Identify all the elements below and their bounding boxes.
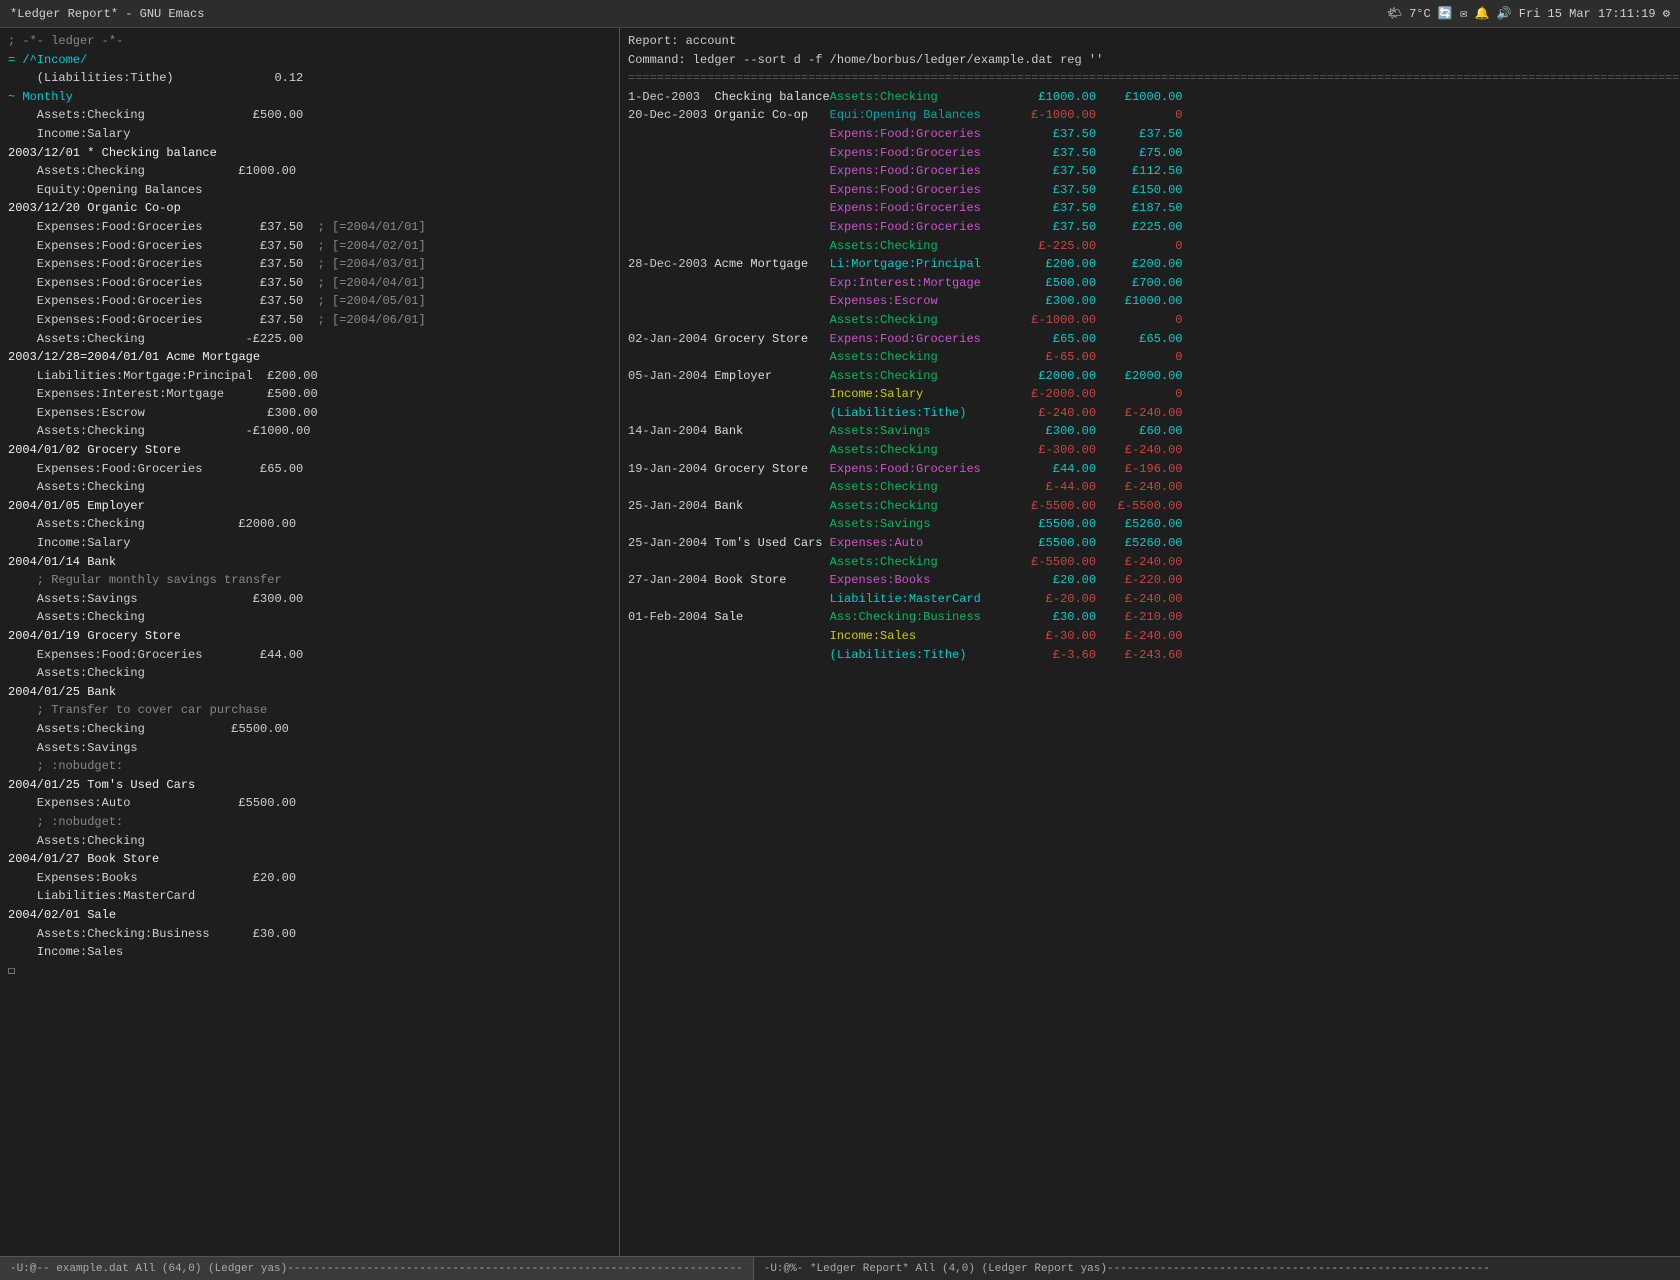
left-line: Expenses:Auto £5500.00 [8,794,611,813]
left-line: 2004/02/01 Sale [8,906,611,925]
left-line: Income:Sales [8,943,611,962]
left-line: Assets:Savings £300.00 [8,590,611,609]
left-line: Expenses:Food:Groceries £37.50 ; [=2004/… [8,274,611,293]
left-line: Assets:Checking £5500.00 [8,720,611,739]
system-info: 🌤 7°C 🔄 ✉ 🔔 🔊 Fri 15 Mar 17:11:19 ⚙ [1387,6,1670,21]
left-line: 2004/01/25 Bank [8,683,611,702]
left-line: Liabilities:Mortgage:Principal £200.00 [8,367,611,386]
left-line: Assets:Checking [8,664,611,683]
window-title: *Ledger Report* - GNU Emacs [10,7,204,21]
left-line: Income:Salary [8,534,611,553]
report-row: 05-Jan-2004 Employer Assets:Checking £20… [628,367,1672,386]
left-line: Assets:Checking -£225.00 [8,330,611,349]
left-line: (Liabilities:Tithe) 0.12 [8,69,611,88]
left-line: = /^Income/ [8,51,611,70]
left-line: Assets:Checking £1000.00 [8,162,611,181]
report-row: Income:Sales £-30.00 £-240.00 [628,627,1672,646]
report-row: Assets:Checking £-44.00 £-240.00 [628,478,1672,497]
report-row: (Liabilities:Tithe) £-240.00 £-240.00 [628,404,1672,423]
status-right: -U:@%- *Ledger Report* All (4,0) (Ledger… [754,1257,1680,1280]
left-line: Expenses:Food:Groceries £37.50 ; [=2004/… [8,292,611,311]
report-row: 02-Jan-2004 Grocery Store Expens:Food:Gr… [628,330,1672,349]
report-row: 28-Dec-2003 Acme Mortgage Li:Mortgage:Pr… [628,255,1672,274]
left-line: 2004/01/05 Employer [8,497,611,516]
left-line: Assets:Checking:Business £30.00 [8,925,611,944]
left-line: Expenses:Escrow £300.00 [8,404,611,423]
left-line: 2004/01/25 Tom's Used Cars [8,776,611,795]
status-left-text: -U:@-- example.dat All (64,0) (Ledger ya… [10,1263,743,1275]
report-header: Report: account [628,32,1672,51]
left-line: Expenses:Interest:Mortgage £500.00 [8,385,611,404]
left-line: ; -*- ledger -*- [8,32,611,51]
report-row: Assets:Checking £-5500.00 £-240.00 [628,553,1672,572]
left-line: ☐ [8,962,611,981]
report-row: Expens:Food:Groceries £37.50 £150.00 [628,181,1672,200]
report-row: Expens:Food:Groceries £37.50 £112.50 [628,162,1672,181]
left-line: 2004/01/19 Grocery Store [8,627,611,646]
left-pane: ; -*- ledger -*-= /^Income/ (Liabilities… [0,28,620,1256]
status-bar: -U:@-- example.dat All (64,0) (Ledger ya… [0,1256,1680,1280]
left-line: Assets:Checking [8,478,611,497]
report-row: Expens:Food:Groceries £37.50 £75.00 [628,144,1672,163]
title-bar: *Ledger Report* - GNU Emacs 🌤 7°C 🔄 ✉ 🔔 … [0,0,1680,28]
report-row: 25-Jan-2004 Tom's Used Cars Expenses:Aut… [628,534,1672,553]
status-left: -U:@-- example.dat All (64,0) (Ledger ya… [0,1257,754,1280]
left-line: Expenses:Food:Groceries £44.00 [8,646,611,665]
left-line: Expenses:Food:Groceries £37.50 ; [=2004/… [8,218,611,237]
report-row: Assets:Checking £-300.00 £-240.00 [628,441,1672,460]
left-line: Expenses:Food:Groceries £37.50 ; [=2004/… [8,237,611,256]
report-row: 14-Jan-2004 Bank Assets:Savings £300.00 … [628,422,1672,441]
left-line: Assets:Checking [8,832,611,851]
left-line: ; Regular monthly savings transfer [8,571,611,590]
report-row: Assets:Checking £-65.00 0 [628,348,1672,367]
left-line: Expenses:Food:Groceries £37.50 ; [=2004/… [8,255,611,274]
left-line: 2004/01/27 Book Store [8,850,611,869]
main-container: ; -*- ledger -*-= /^Income/ (Liabilities… [0,28,1680,1256]
report-row: Expens:Food:Groceries £37.50 £187.50 [628,199,1672,218]
left-line: Assets:Checking £2000.00 [8,515,611,534]
report-row: 01-Feb-2004 Sale Ass:Checking:Business £… [628,608,1672,627]
left-line: Expenses:Books £20.00 [8,869,611,888]
report-row: Expens:Food:Groceries £37.50 £225.00 [628,218,1672,237]
left-line: Expenses:Food:Groceries £37.50 ; [=2004/… [8,311,611,330]
left-line: 2003/12/01 * Checking balance [8,144,611,163]
left-line: ; :nobudget: [8,813,611,832]
report-row: Exp:Interest:Mortgage £500.00 £700.00 [628,274,1672,293]
left-line: 2003/12/20 Organic Co-op [8,199,611,218]
report-command: Command: ledger --sort d -f /home/borbus… [628,51,1672,70]
report-row: 25-Jan-2004 Bank Assets:Checking £-5500.… [628,497,1672,516]
left-line: Expenses:Food:Groceries £65.00 [8,460,611,479]
report-separator: ========================================… [628,69,1672,88]
left-line: 2003/12/28=2004/01/01 Acme Mortgage [8,348,611,367]
report-row: 19-Jan-2004 Grocery Store Expens:Food:Gr… [628,460,1672,479]
report-row: Income:Salary £-2000.00 0 [628,385,1672,404]
right-pane: Report: accountCommand: ledger --sort d … [620,28,1680,1256]
report-row: (Liabilities:Tithe) £-3.60 £-243.60 [628,646,1672,665]
left-line: Assets:Checking [8,608,611,627]
left-line: Assets:Checking £500.00 [8,106,611,125]
left-line: Liabilities:MasterCard [8,887,611,906]
report-row: Assets:Savings £5500.00 £5260.00 [628,515,1672,534]
left-line: 2004/01/02 Grocery Store [8,441,611,460]
left-line: ; Transfer to cover car purchase [8,701,611,720]
report-row: 20-Dec-2003 Organic Co-op Equi:Opening B… [628,106,1672,125]
report-row: Assets:Checking £-225.00 0 [628,237,1672,256]
left-line: Assets:Savings [8,739,611,758]
report-row: Liabilitie:MasterCard £-20.00 £-240.00 [628,590,1672,609]
left-line: 2004/01/14 Bank [8,553,611,572]
report-row: Assets:Checking £-1000.00 0 [628,311,1672,330]
report-row: 1-Dec-2003 Checking balanceAssets:Checki… [628,88,1672,107]
report-row: Expens:Food:Groceries £37.50 £37.50 [628,125,1672,144]
left-line: Assets:Checking -£1000.00 [8,422,611,441]
report-row: 27-Jan-2004 Book Store Expenses:Books £2… [628,571,1672,590]
report-row: Expenses:Escrow £300.00 £1000.00 [628,292,1672,311]
left-line: ~ Monthly [8,88,611,107]
status-right-text: -U:@%- *Ledger Report* All (4,0) (Ledger… [764,1263,1490,1275]
left-line: Income:Salary [8,125,611,144]
left-line: ; :nobudget: [8,757,611,776]
left-line: Equity:Opening Balances [8,181,611,200]
